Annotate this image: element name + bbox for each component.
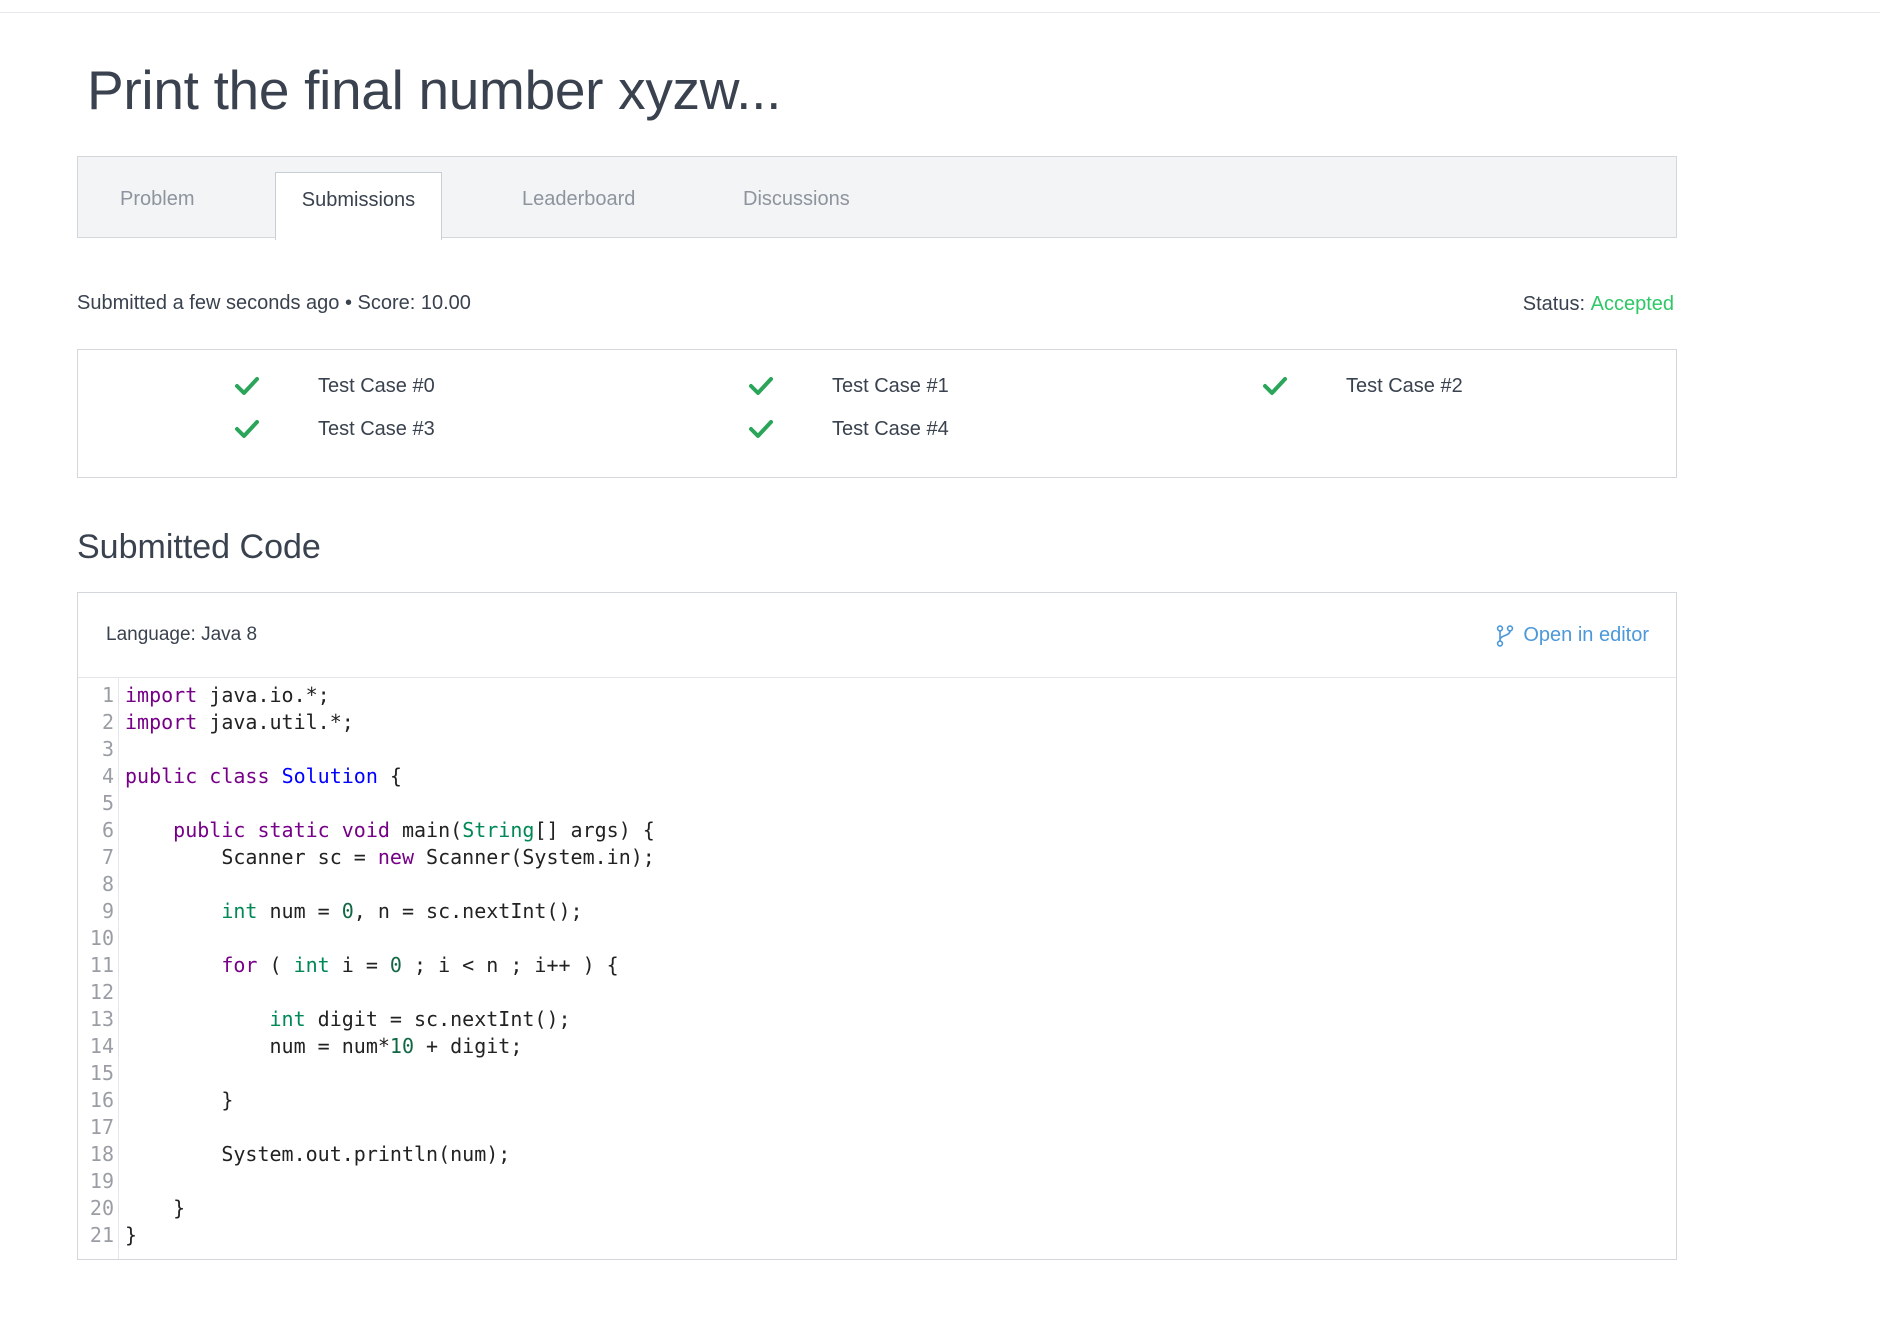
test-case-item[interactable]: Test Case #1	[748, 371, 949, 401]
test-case-label: Test Case #3	[318, 417, 435, 440]
test-case-item[interactable]: Test Case #0	[234, 371, 435, 401]
line-number: 11	[89, 953, 114, 977]
tab-discussions[interactable]: Discussions	[743, 157, 850, 239]
code-text: public static void main(String[] args) {	[173, 818, 655, 842]
line-number: 21	[89, 1223, 114, 1247]
code-text: int num = 0, n = sc.nextInt();	[221, 899, 583, 923]
line-number: 17	[89, 1115, 114, 1139]
line-number: 12	[89, 980, 114, 1004]
line-number: 6	[101, 818, 114, 842]
line-number: 20	[89, 1196, 114, 1220]
status-value: Accepted	[1590, 293, 1674, 315]
line-number: 8	[101, 872, 114, 896]
line-number: 1	[101, 683, 114, 707]
code-text: }	[125, 1196, 186, 1220]
test-case-label: Test Case #4	[832, 417, 949, 440]
code-text: import java.util.*;	[125, 710, 354, 734]
test-case-label: Test Case #1	[832, 374, 949, 397]
test-case-label: Test Case #2	[1346, 374, 1463, 397]
test-case-item[interactable]: Test Case #2	[1262, 371, 1463, 401]
line-number: 2	[101, 710, 114, 734]
tab-leaderboard[interactable]: Leaderboard	[522, 157, 635, 239]
language-label: Language: Java 8	[106, 624, 258, 645]
code-viewer: Language: Java 8 Open in editor 1 import …	[77, 592, 1677, 1260]
line-number: 18	[89, 1142, 114, 1166]
code-text: for ( int i = 0 ; i < n ; i++ ) {	[221, 953, 619, 977]
code-text: import java.io.*;	[125, 683, 330, 707]
tab-submissions[interactable]: Submissions	[275, 172, 442, 240]
line-number: 7	[101, 845, 114, 869]
code-text: Scanner sc = new Scanner(System.in);	[125, 845, 655, 869]
test-case-panel: Test Case #0 Test Case #1 Test Case #2 T…	[77, 349, 1677, 478]
line-number: 13	[89, 1007, 114, 1031]
code-text: num = num*10 + digit;	[125, 1034, 523, 1058]
code-header: Language: Java 8 Open in editor	[78, 593, 1676, 678]
code-text: }	[125, 1088, 234, 1112]
page-title: Print the final number xyzw...	[87, 59, 782, 121]
section-heading: Submitted Code	[77, 528, 321, 566]
tab-problem[interactable]: Problem	[120, 157, 194, 239]
line-number: 10	[89, 926, 114, 950]
open-in-editor-link[interactable]: Open in editor	[1496, 624, 1649, 647]
code-body[interactable]: 1 import java.io.*; 2 import java.util.*; 3 4…	[78, 678, 1676, 1259]
branch-icon	[1497, 624, 1514, 647]
test-case-label: Test Case #0	[318, 374, 435, 397]
code-text: public class Solution {	[125, 764, 402, 788]
line-number: 5	[101, 791, 114, 815]
line-number: 9	[101, 899, 114, 923]
test-case-item[interactable]: Test Case #3	[234, 414, 435, 444]
submission-status: Status: Accepted	[1523, 293, 1674, 316]
line-number: 16	[89, 1088, 114, 1112]
line-number: 14	[89, 1034, 114, 1058]
check-icon	[1263, 377, 1287, 395]
code-text: System.out.println(num);	[125, 1142, 511, 1166]
check-icon	[749, 420, 773, 438]
line-number: 19	[89, 1169, 114, 1193]
check-icon	[235, 377, 259, 395]
check-icon	[235, 420, 259, 438]
line-number: 15	[89, 1061, 114, 1085]
submission-meta: Submitted a few seconds ago • Score: 10.…	[77, 292, 471, 314]
top-divider	[0, 12, 1880, 13]
test-case-item[interactable]: Test Case #4	[748, 414, 949, 444]
status-label: Status:	[1522, 293, 1586, 315]
tab-bar: Problem Submissions Leaderboard Discussi…	[77, 156, 1677, 240]
open-in-editor-label: Open in editor	[1523, 624, 1649, 646]
line-number: 3	[101, 737, 114, 761]
check-icon	[749, 377, 773, 395]
code-text: }	[125, 1223, 138, 1247]
code-text: int digit = sc.nextInt();	[269, 1007, 571, 1031]
line-number: 4	[101, 764, 114, 788]
